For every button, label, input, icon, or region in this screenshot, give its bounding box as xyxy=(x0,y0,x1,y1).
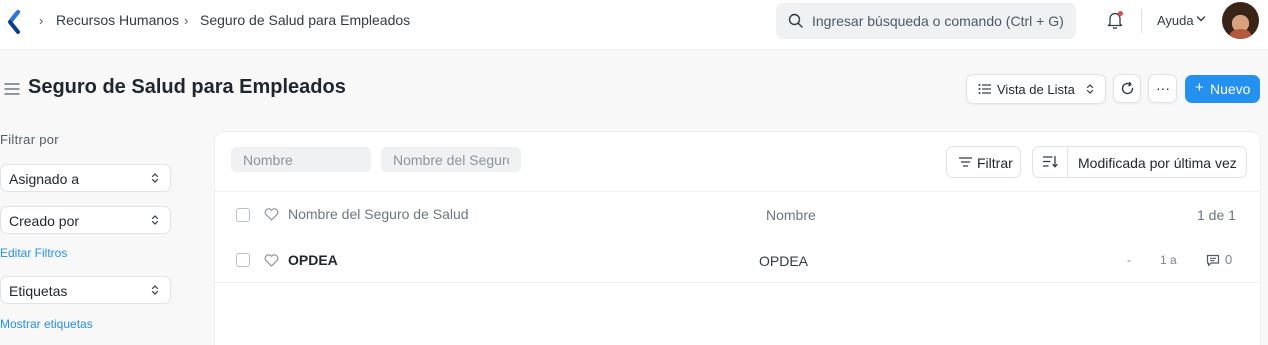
created-by-select[interactable]: Creado por xyxy=(0,206,171,234)
navbar-divider xyxy=(1141,9,1142,33)
new-button-label: Nuevo xyxy=(1210,81,1251,97)
select-arrows-icon xyxy=(151,215,159,225)
page-title: Seguro de Salud para Empleados xyxy=(28,76,346,98)
chevron-down-icon[interactable] xyxy=(1196,15,1206,23)
filter-icon xyxy=(959,157,972,167)
row-comment-count: 0 xyxy=(1225,252,1233,267)
sort-descending-icon xyxy=(1043,155,1058,168)
breadcrumb-separator-icon: › xyxy=(39,13,44,28)
refresh-icon xyxy=(1121,81,1134,95)
insurance-name-filter-input[interactable] xyxy=(381,147,521,172)
navbar: › Recursos Humanos › Seguro de Salud par… xyxy=(0,0,1268,50)
help-menu[interactable]: Ayuda xyxy=(1157,13,1194,28)
row-modified-age: 1 a xyxy=(1160,253,1177,267)
divider xyxy=(215,282,1260,283)
divider xyxy=(215,191,1260,192)
row-name: OPDEA xyxy=(759,253,809,269)
show-tags-link[interactable]: Mostrar etiquetas xyxy=(0,317,93,331)
search-input[interactable] xyxy=(812,3,1067,39)
select-arrows-icon xyxy=(151,173,159,183)
record-count: 1 de 1 xyxy=(1197,207,1236,223)
created-by-label: Creado por xyxy=(9,213,80,229)
notification-dot xyxy=(1118,11,1123,16)
assigned-to-label: Asignado a xyxy=(9,171,80,187)
app-logo[interactable] xyxy=(4,9,22,35)
breadcrumb-separator-icon: › xyxy=(184,13,189,28)
sort-order-button[interactable] xyxy=(1033,147,1068,177)
view-switcher-label: Vista de Lista xyxy=(997,82,1075,97)
select-arrows-icon xyxy=(151,285,159,295)
reload-button[interactable] xyxy=(1113,74,1141,103)
filter-button[interactable]: Filtrar xyxy=(946,146,1021,178)
view-switcher-button[interactable]: Vista de Lista xyxy=(966,74,1106,104)
row-title-link[interactable]: OPDEA xyxy=(288,252,338,268)
user-avatar[interactable] xyxy=(1222,2,1259,39)
more-dots-icon: ··· xyxy=(1156,80,1170,96)
filter-by-heading: Filtrar por xyxy=(0,132,59,147)
row-checkbox[interactable] xyxy=(236,253,250,267)
heart-icon[interactable] xyxy=(264,208,279,221)
more-actions-button[interactable]: ··· xyxy=(1148,74,1177,103)
column-header-name: Nombre xyxy=(766,207,816,223)
awesome-search[interactable] xyxy=(776,3,1076,39)
sort-selector: Modificada por última vez xyxy=(1032,146,1247,178)
assigned-to-select[interactable]: Asignado a xyxy=(0,164,171,192)
select-arrows-icon xyxy=(1086,84,1094,94)
name-filter-input[interactable] xyxy=(231,147,371,172)
sidebar-toggle-icon[interactable] xyxy=(4,82,20,96)
comment-icon[interactable] xyxy=(1206,254,1220,267)
filter-button-label: Filtrar xyxy=(977,155,1013,171)
sort-field-label[interactable]: Modificada por última vez xyxy=(1078,155,1237,171)
tags-label: Etiquetas xyxy=(9,283,68,299)
new-button[interactable]: + Nuevo xyxy=(1185,75,1260,103)
list-view-icon xyxy=(978,84,991,94)
search-icon xyxy=(788,13,803,28)
column-header-title: Nombre del Seguro de Salud xyxy=(288,206,469,222)
breadcrumb-module[interactable]: Recursos Humanos xyxy=(56,12,179,28)
heart-icon[interactable] xyxy=(264,254,279,267)
row-dash: - xyxy=(1127,253,1131,267)
breadcrumb-doctype[interactable]: Seguro de Salud para Empleados xyxy=(200,12,410,28)
plus-icon: + xyxy=(1195,79,1204,96)
select-all-checkbox[interactable] xyxy=(236,208,250,222)
list-panel: Filtrar Modificada por última vez Nombre… xyxy=(214,131,1261,345)
tags-select[interactable]: Etiquetas xyxy=(0,276,171,304)
edit-filters-link[interactable]: Editar Filtros xyxy=(0,246,67,260)
